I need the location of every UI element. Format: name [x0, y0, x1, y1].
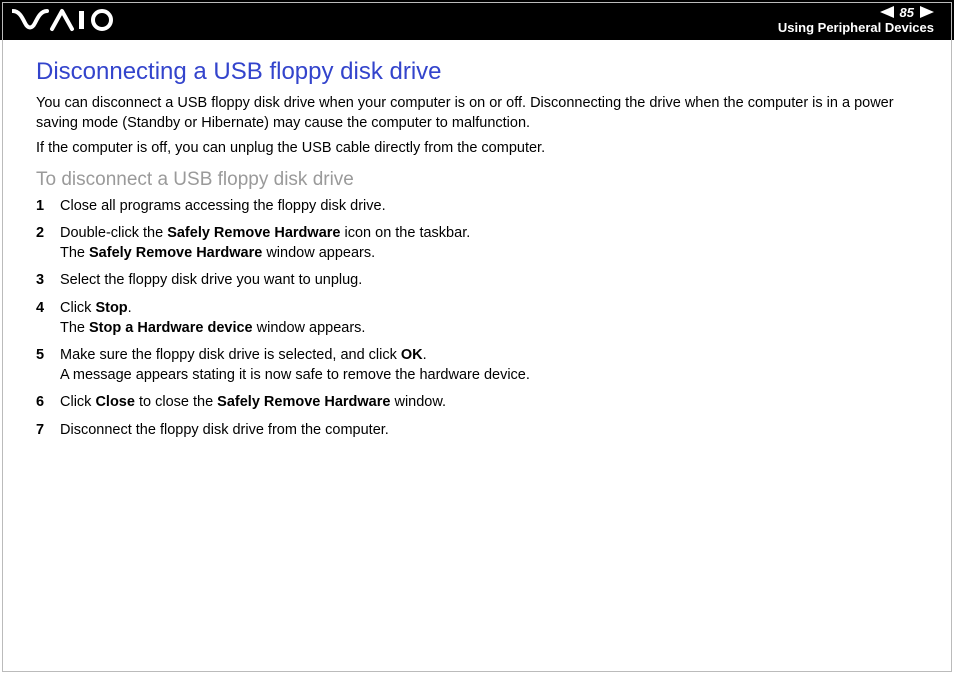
- page-nav: 85: [880, 6, 934, 21]
- section-title: Using Peripheral Devices: [778, 21, 934, 35]
- header-bar: 85 Using Peripheral Devices: [0, 0, 954, 40]
- page-number: 85: [900, 6, 914, 20]
- step-text: Select the floppy disk drive you want to…: [60, 271, 362, 291]
- bold-term: Safely Remove Hardware: [89, 245, 262, 261]
- bold-term: Close: [95, 394, 135, 410]
- bold-term: OK: [401, 347, 423, 363]
- page-heading: Disconnecting a USB floppy disk drive: [36, 58, 918, 86]
- step-item: Click Stop.The Stop a Hardware device wi…: [36, 299, 918, 338]
- step-text: Disconnect the floppy disk drive from th…: [60, 421, 389, 441]
- steps-list: Close all programs accessing the floppy …: [36, 197, 918, 441]
- step-text: Double-click the Safely Remove Hardware …: [60, 224, 470, 263]
- step-item: Click Close to close the Safely Remove H…: [36, 393, 918, 413]
- step-text: Make sure the floppy disk drive is selec…: [60, 346, 530, 385]
- step-item: Make sure the floppy disk drive is selec…: [36, 346, 918, 385]
- bold-term: Safely Remove Hardware: [217, 394, 390, 410]
- prev-page-arrow-icon[interactable]: [880, 6, 894, 21]
- bold-term: Stop: [95, 300, 127, 316]
- step-item: Close all programs accessing the floppy …: [36, 197, 918, 217]
- intro-paragraph-1: You can disconnect a USB floppy disk dri…: [36, 94, 918, 133]
- step-item: Double-click the Safely Remove Hardware …: [36, 224, 918, 263]
- page-content: Disconnecting a USB floppy disk drive Yo…: [0, 40, 954, 440]
- next-page-arrow-icon[interactable]: [920, 6, 934, 21]
- step-text: Click Close to close the Safely Remove H…: [60, 393, 446, 413]
- step-item: Disconnect the floppy disk drive from th…: [36, 421, 918, 441]
- step-item: Select the floppy disk drive you want to…: [36, 271, 918, 291]
- vaio-logo: [12, 8, 122, 32]
- bold-term: Safely Remove Hardware: [167, 225, 340, 241]
- intro-paragraph-2: If the computer is off, you can unplug t…: [36, 139, 918, 159]
- subheading: To disconnect a USB floppy disk drive: [36, 169, 918, 191]
- step-text: Click Stop.The Stop a Hardware device wi…: [60, 299, 365, 338]
- header-right: 85 Using Peripheral Devices: [778, 6, 934, 34]
- step-text: Close all programs accessing the floppy …: [60, 197, 386, 217]
- bold-term: Stop a Hardware device: [89, 320, 253, 336]
